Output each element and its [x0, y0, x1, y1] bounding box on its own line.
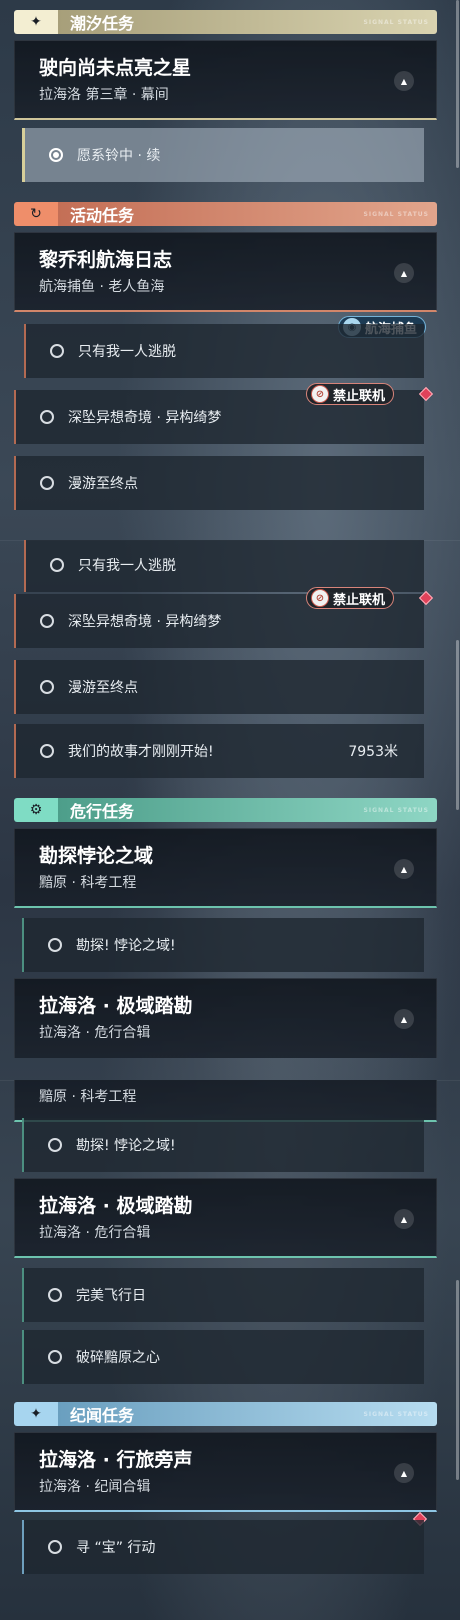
category-lore-quests[interactable]: ✦ 纪闻任务 SIGNAL STATUS — [14, 1402, 437, 1426]
quest-card-polar[interactable]: 拉海洛 · 极域踏勘 拉海洛 · 危行合辑 ▲ — [14, 1178, 437, 1258]
task-item[interactable]: 我们的故事才刚刚开始! 7953米 — [14, 724, 424, 778]
quest-panel-1: ✦ 潮汐任务 SIGNAL STATUS 驶向尚未点亮之星 拉海洛 第三章 · 幕… — [0, 0, 460, 540]
task-label: 勘探! 悖论之域! — [76, 1138, 176, 1154]
no-online-tag: ⊘ 禁止联机 — [306, 383, 395, 405]
radio-icon — [48, 1540, 62, 1554]
task-label: 我们的故事才刚刚开始! — [68, 744, 214, 760]
category-label: 危行任务 — [70, 802, 135, 821]
scrollbar-thumb[interactable] — [456, 1280, 459, 1480]
radio-icon — [50, 344, 64, 358]
quest-subtitle: 拉海洛 · 纪闻合辑 — [39, 1479, 151, 1495]
collapse-chevron-icon[interactable]: ▲ — [394, 1463, 414, 1483]
quest-title: 拉海洛 · 行旅旁声 — [39, 1449, 193, 1471]
radio-icon — [40, 410, 54, 424]
task-label: 只有我一人逃脱 — [78, 344, 176, 360]
category-danger-quests[interactable]: ⚙ 危行任务 SIGNAL STATUS — [14, 798, 437, 822]
collapse-chevron-icon[interactable]: ▲ — [394, 1009, 414, 1029]
no-multiplayer-icon: ⊘ — [311, 589, 329, 607]
quest-title: 勘探悖论之域 — [39, 845, 154, 867]
task-item[interactable]: 破碎黯原之心 — [22, 1330, 424, 1384]
quest-subtitle: 黯原 · 科考工程 — [39, 1089, 137, 1105]
task-label: 勘探! 悖论之域! — [76, 938, 176, 954]
radio-icon — [50, 558, 64, 572]
task-item[interactable]: 完美飞行日 — [22, 1268, 424, 1322]
quest-card-explore[interactable]: 黯原 · 科考工程 ▲ — [14, 1080, 437, 1122]
quest-title: 拉海洛 · 极域踏勘 — [39, 995, 193, 1017]
no-multiplayer-icon: ⊘ — [311, 385, 329, 403]
quest-card-explore[interactable]: 勘探悖论之域 黯原 · 科考工程 ▲ — [14, 828, 437, 908]
header-deco-text: SIGNAL STATUS — [363, 18, 429, 26]
category-tide-quests[interactable]: ✦ 潮汐任务 SIGNAL STATUS — [14, 10, 437, 34]
quest-card-tide[interactable]: 驶向尚未点亮之星 拉海洛 第三章 · 幕间 ▲ — [14, 40, 437, 120]
task-item[interactable]: 勘探! 悖论之域! — [22, 918, 424, 972]
task-label: 完美飞行日 — [76, 1288, 146, 1304]
quest-subtitle: 拉海洛 第三章 · 幕间 — [39, 87, 169, 103]
task-label: 漫游至终点 — [68, 476, 138, 492]
quest-card-event[interactable]: 黎乔利航海日志 航海捕鱼 · 老人鱼海 ▲ — [14, 232, 437, 312]
quest-card-polar[interactable]: 拉海洛 · 极域踏勘 拉海洛 · 危行合辑 ▲ — [14, 978, 437, 1058]
task-label: 漫游至终点 — [68, 680, 138, 696]
task-item[interactable]: 勘探! 悖论之域! — [22, 1118, 424, 1172]
task-item[interactable]: 只有我一人逃脱 — [24, 540, 424, 592]
header-deco-text: SIGNAL STATUS — [363, 1410, 429, 1418]
scrollbar-thumb[interactable] — [456, 0, 459, 168]
radio-icon — [48, 1138, 62, 1152]
quest-card-lore[interactable]: 拉海洛 · 行旅旁声 拉海洛 · 纪闻合辑 ▲ — [14, 1432, 437, 1512]
distance-readout: 7953米 — [348, 744, 398, 760]
quest-panel-2: 只有我一人逃脱 深坠异想奇境 · 异构绮梦 ⊘ 禁止联机 漫游至终点 我们的故事… — [0, 540, 460, 1080]
quest-panel-3: 黯原 · 科考工程 ▲ 勘探! 悖论之域! 拉海洛 · 极域踏勘 拉海洛 · 危… — [0, 1080, 460, 1620]
refresh-icon: ↻ — [14, 202, 58, 226]
quest-subtitle: 航海捕鱼 · 老人鱼海 — [39, 279, 165, 295]
collapse-chevron-icon[interactable]: ▲ — [394, 263, 414, 283]
radio-icon — [40, 680, 54, 694]
quest-subtitle: 拉海洛 · 危行合辑 — [39, 1225, 151, 1241]
task-label: 愿系铃中 · 续 — [77, 148, 161, 164]
collapse-chevron-icon[interactable]: ▲ — [394, 71, 414, 91]
task-item[interactable]: 只有我一人逃脱 — [24, 324, 424, 378]
category-label: 潮汐任务 — [70, 14, 135, 33]
radio-icon — [40, 476, 54, 490]
task-label: 破碎黯原之心 — [76, 1350, 160, 1366]
task-label: 深坠异想奇境 · 异构绮梦 — [68, 410, 222, 426]
category-event-quests[interactable]: ↻ 活动任务 SIGNAL STATUS — [14, 202, 437, 226]
tag-label: 禁止联机 — [333, 592, 386, 608]
task-label: 寻 “宝” 行动 — [76, 1540, 156, 1556]
task-item[interactable]: 漫游至终点 — [14, 660, 424, 714]
quest-title: 拉海洛 · 极域踏勘 — [39, 1195, 193, 1217]
tag-label: 禁止联机 — [333, 388, 386, 404]
quest-title: 黎乔利航海日志 — [39, 249, 173, 271]
collapse-chevron-icon[interactable]: ▲ — [394, 1209, 414, 1229]
task-item[interactable]: 漫游至终点 — [14, 456, 424, 510]
task-item-selected[interactable]: 愿系铃中 · 续 — [22, 128, 424, 182]
category-label: 活动任务 — [70, 206, 135, 225]
radio-icon — [48, 938, 62, 952]
header-deco-text: SIGNAL STATUS — [363, 806, 429, 814]
radio-icon — [40, 614, 54, 628]
category-label: 纪闻任务 — [70, 1406, 135, 1425]
radio-icon — [48, 1288, 62, 1302]
radio-icon — [40, 744, 54, 758]
task-label: 深坠异想奇境 · 异构绮梦 — [68, 614, 222, 630]
radio-icon — [48, 1350, 62, 1364]
collapse-chevron-icon[interactable]: ▲ — [394, 859, 414, 879]
sparkle-icon: ✦ — [14, 1402, 58, 1426]
scrollbar-thumb[interactable] — [456, 640, 459, 810]
task-item[interactable]: 寻 “宝” 行动 — [22, 1520, 424, 1574]
quest-subtitle: 拉海洛 · 危行合辑 — [39, 1025, 151, 1041]
no-online-tag: ⊘ 禁止联机 — [306, 587, 395, 609]
header-deco-text: SIGNAL STATUS — [363, 210, 429, 218]
quest-subtitle: 黯原 · 科考工程 — [39, 875, 137, 891]
sparkle-icon: ✦ — [14, 10, 58, 34]
quest-title: 驶向尚未点亮之星 — [39, 57, 192, 79]
radio-selected-icon — [49, 148, 63, 162]
task-label: 只有我一人逃脱 — [78, 558, 176, 574]
gear-icon: ⚙ — [14, 798, 58, 822]
